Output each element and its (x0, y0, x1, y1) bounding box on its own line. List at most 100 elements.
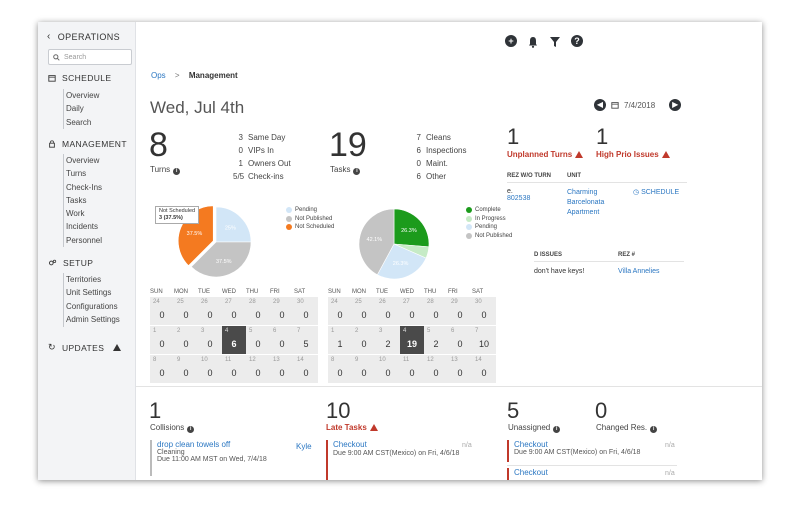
sidebar-item-check-ins[interactable]: Check-Ins (64, 181, 102, 194)
calendar-day[interactable]: 14 0 (294, 355, 318, 383)
calendar-day[interactable]: 52 (424, 326, 448, 354)
calendar-day[interactable]: 80 (328, 355, 352, 383)
calendar-day[interactable]: 24 0 (150, 297, 174, 325)
info-icon[interactable]: i (553, 426, 561, 433)
card-title[interactable]: drop clean towels off (157, 440, 310, 449)
calendar-day[interactable]: 26 0 (198, 297, 222, 325)
late-tasks-label[interactable]: Late Tasks (326, 423, 378, 432)
sidebar-item-configurations[interactable]: Configurations (64, 300, 120, 313)
sidebar-item-territories[interactable]: Territories (64, 273, 120, 286)
calendar-day[interactable]: 46 (222, 326, 246, 354)
chevron-left-icon[interactable]: ‹ (47, 31, 51, 42)
calendar-day[interactable]: 60 (270, 326, 294, 354)
calendar-day[interactable]: 13 0 (448, 355, 472, 383)
sidebar-section-schedule[interactable]: SCHEDULE (48, 73, 112, 83)
calendar-day[interactable]: 20 (174, 326, 198, 354)
calendar-day[interactable]: 10 0 (198, 355, 222, 383)
unplanned-label[interactable]: Unplanned Turns (507, 150, 584, 159)
calendar-day[interactable]: 11 (328, 326, 352, 354)
schedule-button[interactable]: ◷ SCHEDULE (633, 188, 679, 218)
calendar-day[interactable]: 7 10 (472, 326, 496, 354)
late-task-card[interactable]: Checkout Due 9:00 AM CST(Mexico) on Fri,… (326, 440, 476, 480)
unit-link[interactable]: Charming Barcelonata Apartment (567, 188, 629, 218)
card-title[interactable]: Checkout (514, 468, 677, 477)
sidebar-item-tasks[interactable]: Tasks (64, 194, 102, 207)
sidebar-item-admin-settings[interactable]: Admin Settings (64, 313, 120, 326)
high-prio-label[interactable]: High Prio Issues (596, 150, 670, 159)
sidebar-header[interactable]: ‹ OPERATIONS (47, 31, 120, 42)
sidebar-section-setup[interactable]: SETUP (48, 258, 93, 268)
calendar-day[interactable]: 27 0 (400, 297, 424, 325)
breadcrumb-root[interactable]: Ops (151, 71, 166, 80)
calendar-day[interactable]: 24 0 (328, 297, 352, 325)
calendar-day[interactable]: 12 0 (424, 355, 448, 383)
rez-link[interactable]: 802538 (507, 195, 530, 202)
calendar-icon[interactable] (611, 101, 619, 109)
assignee-link[interactable]: Kyle (296, 442, 312, 451)
sidebar-section-management[interactable]: MANAGEMENT (48, 139, 127, 149)
pie-slice[interactable] (215, 206, 252, 243)
sidebar-item-work[interactable]: Work (64, 207, 102, 220)
search-input[interactable]: Search (48, 49, 132, 65)
calendar-day[interactable]: 10 (150, 326, 174, 354)
calendar-day[interactable]: 11 0 (400, 355, 424, 383)
calendar-day[interactable]: 13 0 (270, 355, 294, 383)
info-icon[interactable]: i (173, 168, 181, 175)
calendar-day[interactable]: 25 0 (352, 297, 376, 325)
filter-icon[interactable] (549, 35, 561, 53)
calendar-day[interactable]: 80 (150, 355, 174, 383)
unplanned-count: 1 (507, 124, 520, 149)
calendar-day[interactable]: 29 0 (448, 297, 472, 325)
calendar-day[interactable]: 25 0 (174, 297, 198, 325)
calendar-day[interactable]: 30 0 (294, 297, 318, 325)
sidebar-item-incidents[interactable]: Incidents (64, 220, 102, 233)
bell-icon[interactable] (527, 35, 539, 53)
info-icon[interactable]: i (650, 426, 658, 433)
calendar-day[interactable]: 50 (246, 326, 270, 354)
calendar-day[interactable]: 11 0 (222, 355, 246, 383)
day-header: TUE (198, 289, 210, 295)
calendar-day[interactable]: 12 0 (246, 355, 270, 383)
calendar-day[interactable]: 27 0 (222, 297, 246, 325)
calendar-day[interactable]: 30 (198, 326, 222, 354)
unassigned-card[interactable]: Checkout (507, 468, 677, 480)
sidebar-item-unit-settings[interactable]: Unit Settings (64, 286, 120, 299)
calendar-day[interactable]: 32 (376, 326, 400, 354)
slice-label: 25% (225, 226, 236, 232)
calendar-day[interactable]: 30 0 (472, 297, 496, 325)
calendar-day[interactable]: 60 (448, 326, 472, 354)
sidebar-item-daily[interactable]: Daily (64, 102, 99, 115)
card-title[interactable]: Checkout (333, 440, 476, 449)
sidebar-section-updates[interactable]: ↻ UPDATES (48, 342, 122, 353)
chart-tooltip: Not Scheduled 3 (37.5%) (155, 206, 200, 224)
calendar-day[interactable]: 14 0 (472, 355, 496, 383)
info-icon[interactable]: i (353, 168, 361, 175)
date-value[interactable]: 7/4/2018 (624, 101, 655, 110)
next-date-button[interactable]: ▶ (669, 99, 682, 111)
calendar-day[interactable]: 20 (352, 326, 376, 354)
add-icon[interactable]: + (505, 35, 517, 47)
calendar-day[interactable]: 26 0 (376, 297, 400, 325)
collision-card[interactable]: drop clean towels off Cleaning Due 11:00… (150, 440, 310, 476)
rez-link[interactable]: Villa Annelies (618, 268, 660, 275)
calendar-day[interactable]: 75 (294, 326, 318, 354)
sidebar-item-overview[interactable]: Overview (64, 89, 99, 102)
day-number: 9 (355, 357, 359, 363)
calendar-day[interactable]: 28 0 (246, 297, 270, 325)
calendar-day[interactable]: 10 0 (376, 355, 400, 383)
unassigned-card[interactable]: Checkout Due 9:00 AM CST(Mexico) on Fri,… (507, 440, 677, 462)
info-icon[interactable]: i (187, 426, 195, 433)
calendar-day[interactable]: 28 0 (424, 297, 448, 325)
prev-date-button[interactable]: ◀ (594, 99, 606, 111)
calendar-day[interactable]: 4 19 (400, 326, 424, 354)
calendar-day[interactable]: 90 (174, 355, 198, 383)
calendar-day[interactable]: 90 (352, 355, 376, 383)
card-title[interactable]: Checkout (514, 440, 677, 449)
help-icon[interactable]: ? (571, 35, 583, 47)
sidebar-item-search[interactable]: Search (64, 116, 99, 129)
sidebar-item-overview[interactable]: Overview (64, 154, 102, 167)
sidebar-item-personnel[interactable]: Personnel (64, 234, 102, 247)
calendar-day[interactable]: 29 0 (270, 297, 294, 325)
warning-icon (369, 424, 378, 431)
sidebar-item-turns[interactable]: Turns (64, 167, 102, 180)
